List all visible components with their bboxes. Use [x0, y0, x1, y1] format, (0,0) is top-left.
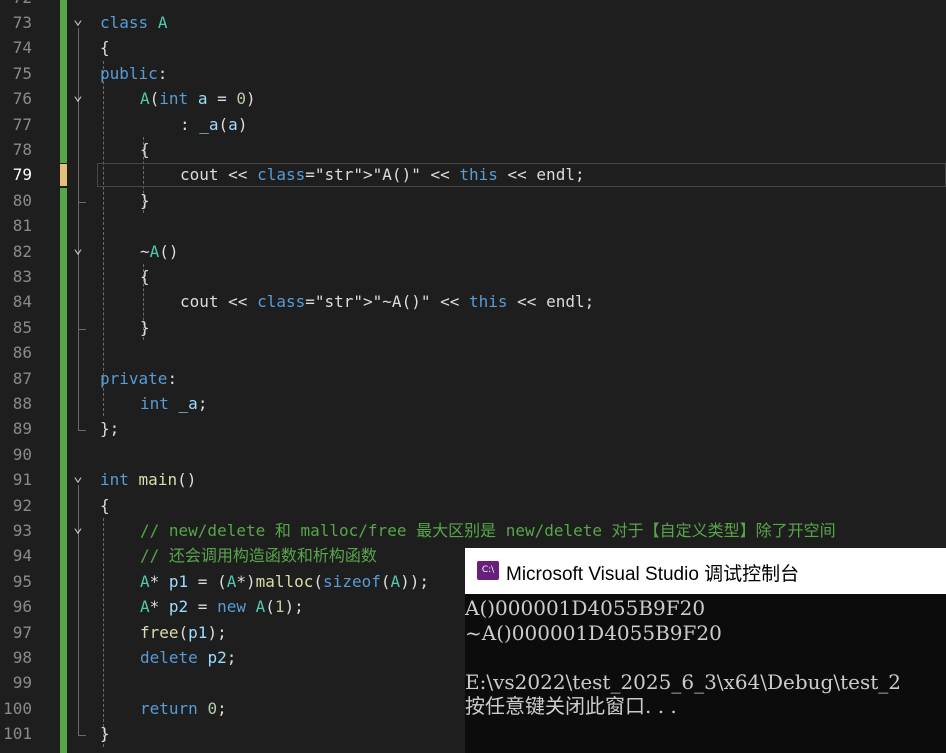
code-line[interactable]: cout << class="str">"~A()" << this << en…	[180, 289, 594, 314]
code-line[interactable]: {	[100, 35, 110, 60]
console-output-line: E:\vs2022\test_2025_6_3\x64\Debug\test_2	[465, 669, 901, 694]
code-line[interactable]: A* p2 = new A(1);	[140, 594, 304, 619]
line-number: 77	[12, 114, 32, 134]
outline-bracket-end	[78, 735, 86, 737]
code-line[interactable]: int main()	[100, 467, 196, 492]
code-line[interactable]: {	[100, 493, 110, 518]
code-line[interactable]: A(int a = 0)	[140, 86, 256, 111]
code-line[interactable]: };	[100, 416, 119, 441]
collapse-chevron-icon[interactable]: ⌄	[71, 11, 85, 30]
line-number: 76	[12, 89, 32, 109]
collapse-chevron-icon[interactable]: ⌄	[71, 239, 85, 259]
current-line-highlight	[97, 163, 946, 188]
change-indicator-unsaved	[60, 164, 67, 187]
line-number: 80	[12, 190, 32, 210]
console-title-bar[interactable]: C:\ Microsoft Visual Studio 调试控制台	[465, 548, 946, 594]
line-number: 87	[12, 368, 32, 388]
line-number: 93	[12, 521, 32, 540]
outline-bracket-end	[78, 201, 86, 203]
code-line[interactable]: ~A()	[140, 239, 179, 264]
line-number: 95	[12, 571, 32, 591]
line-number: 101	[3, 724, 32, 744]
line-number: 99	[12, 673, 32, 693]
line-number: 85	[12, 317, 32, 337]
line-number: 79	[12, 165, 32, 185]
collapse-chevron-icon[interactable]: ⌄	[71, 519, 85, 538]
line-number: 84	[12, 292, 32, 312]
code-line[interactable]: return 0;	[140, 696, 227, 721]
line-number: 97	[12, 622, 32, 642]
line-number: 88	[12, 394, 32, 413]
code-line[interactable]: }	[140, 188, 150, 213]
outline-bracket-end	[78, 430, 86, 432]
line-number: 94	[12, 546, 32, 566]
line-number: 74	[12, 38, 32, 58]
line-number: 86	[12, 343, 32, 363]
line-number: 96	[12, 597, 32, 617]
line-number: 100	[3, 698, 32, 718]
line-number: 83	[12, 267, 32, 286]
line-number: 78	[12, 140, 32, 159]
line-number: 89	[12, 419, 32, 439]
line-number: 81	[12, 216, 32, 236]
collapse-chevron-icon[interactable]: ⌄	[71, 468, 85, 487]
console-output-line: 按任意键关闭此窗口. . .	[465, 694, 677, 718]
line-number: 82	[12, 241, 32, 261]
code-line[interactable]: int _a;	[140, 391, 207, 416]
indent-guide	[103, 60, 104, 417]
console-title: Microsoft Visual Studio 调试控制台	[506, 564, 800, 585]
indent-guide	[103, 518, 104, 747]
line-number: 98	[12, 648, 32, 667]
code-line[interactable]: delete p2;	[140, 645, 236, 670]
console-app-icon: C:\	[477, 561, 499, 580]
code-line[interactable]: {	[140, 137, 150, 162]
line-number: 92	[12, 495, 32, 515]
change-indicator	[60, 187, 67, 753]
console-output-line: A()000001D4055B9F20	[465, 596, 706, 620]
code-line[interactable]: // new/delete 和 malloc/free 最大区别是 new/de…	[140, 518, 836, 543]
code-line[interactable]: free(p1);	[140, 620, 227, 645]
change-indicator	[60, 0, 67, 164]
debug-console-window[interactable]: C:\ Microsoft Visual Studio 调试控制台 A()000…	[465, 548, 946, 753]
outline-bracket-end	[78, 328, 86, 330]
line-number: 73	[12, 13, 32, 32]
code-line[interactable]: A* p1 = (A*)malloc(sizeof(A));	[140, 569, 429, 594]
code-line[interactable]: {	[140, 264, 150, 289]
collapse-chevron-icon[interactable]: ⌄	[71, 87, 85, 106]
line-number: 75	[12, 63, 32, 83]
line-number: 91	[12, 470, 32, 490]
line-number: 72	[0, 0, 32, 10]
code-line[interactable]: }	[140, 315, 150, 340]
code-line[interactable]: public:	[100, 61, 167, 86]
code-line[interactable]: }	[100, 721, 110, 746]
line-number: 90	[12, 444, 32, 464]
code-line[interactable]: // 还会调用构造函数和析构函数	[140, 543, 377, 568]
code-line[interactable]: private:	[100, 366, 177, 391]
console-output-line: ~A()000001D4055B9F20	[465, 620, 722, 645]
code-line[interactable]: : _a(a)	[180, 112, 247, 137]
code-line[interactable]: class A	[100, 10, 167, 35]
